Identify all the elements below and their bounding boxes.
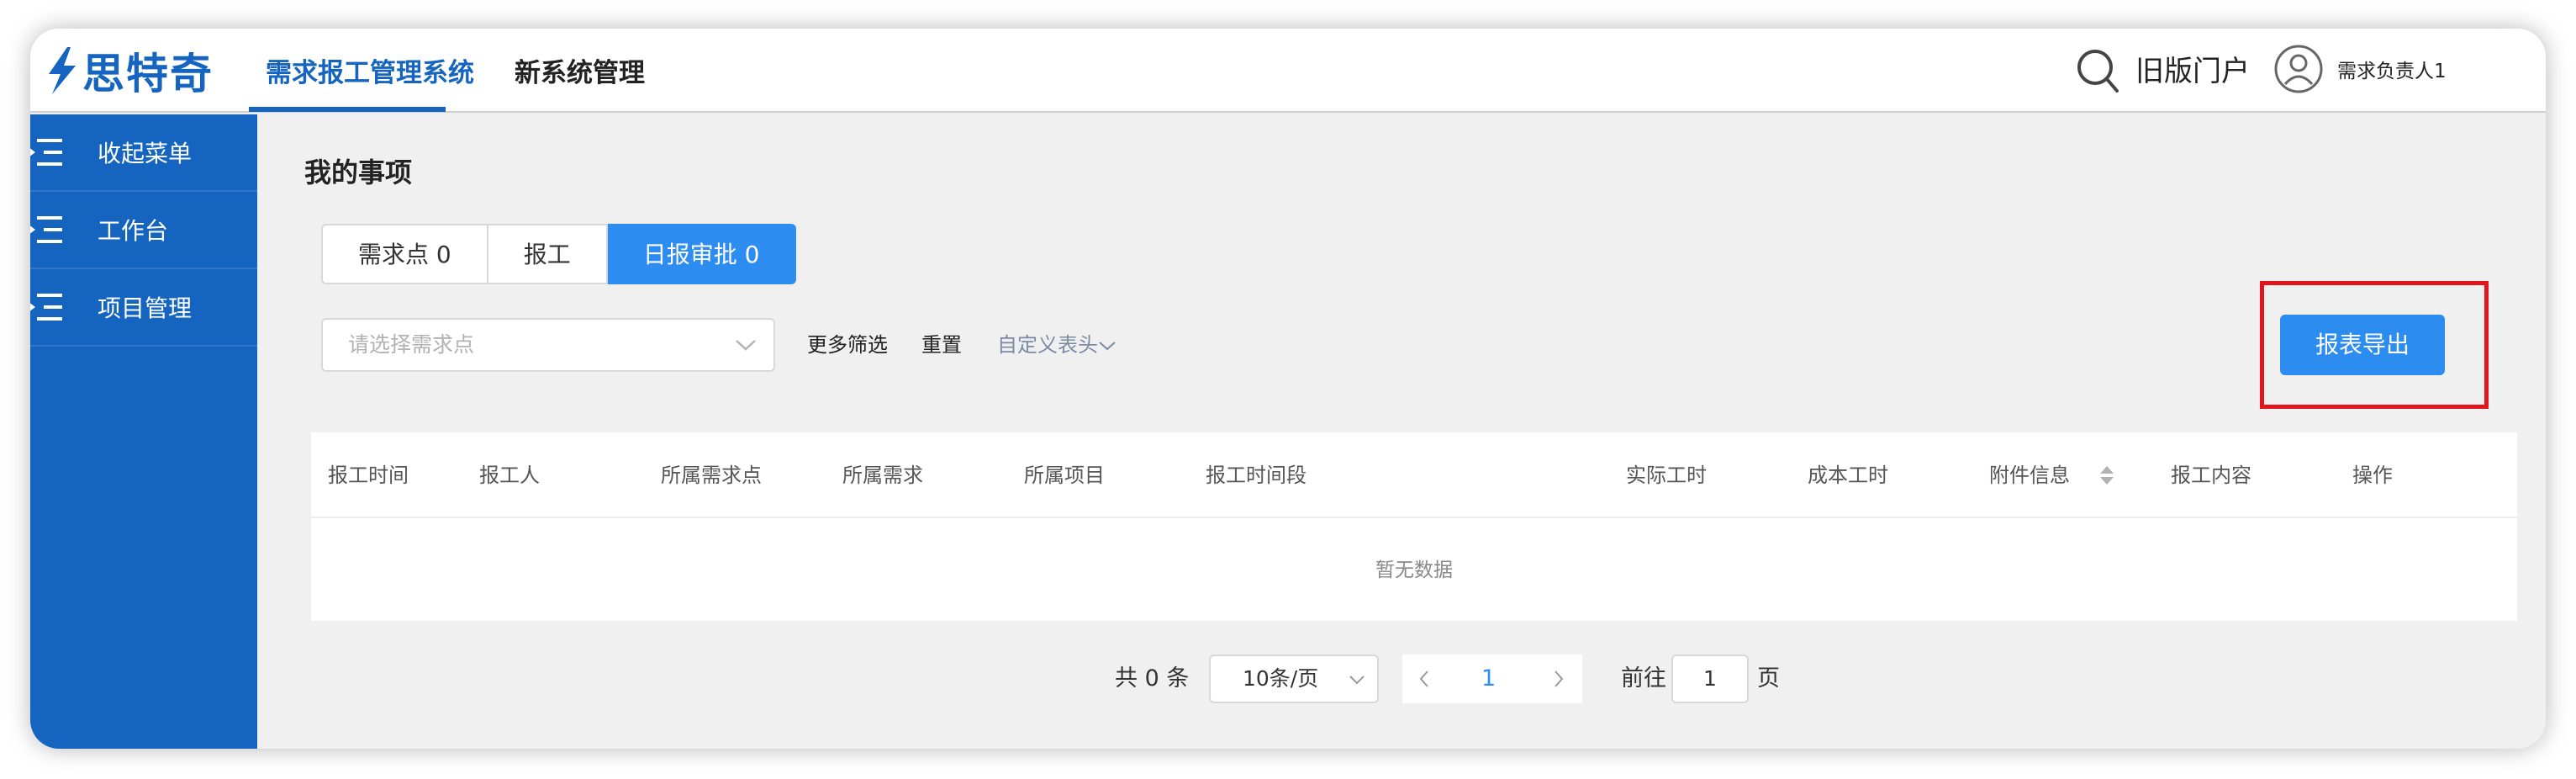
item-tabs: 需求点 0 报工 日报审批 0 — [321, 224, 797, 284]
page-size-value: 10条/页 — [1243, 666, 1319, 691]
chevron-left-icon[interactable] — [1417, 670, 1431, 688]
top-header: 思特奇 需求报工管理系统 新系统管理 旧版门户 需求负责人1 — [30, 29, 2546, 113]
sidebar-item-label: 收起菜单 — [98, 140, 193, 167]
pagination-nav: 1 — [1402, 654, 1582, 703]
sort-icon[interactable] — [2098, 464, 2115, 486]
sidebar-item-collapse-menu[interactable]: 收起菜单 — [30, 114, 257, 192]
column-header[interactable]: 所属需求 — [842, 432, 923, 518]
column-header[interactable]: 成本工时 — [1808, 432, 1888, 518]
user-name[interactable]: 需求负责人1 — [2337, 29, 2447, 113]
column-header[interactable]: 报工人 — [479, 432, 540, 518]
menu-icon — [30, 139, 62, 166]
column-header[interactable]: 报工时间 — [328, 432, 409, 518]
sidebar: 收起菜单 工作台 项目管理 — [30, 114, 257, 749]
custom-header-dropdown[interactable]: 自定义表头 — [997, 318, 1116, 372]
menu-icon — [30, 294, 62, 321]
sidebar-item-workbench[interactable]: 工作台 — [30, 192, 257, 269]
active-tab-underline — [249, 107, 446, 112]
column-header[interactable]: 所属需求点 — [661, 432, 762, 518]
select-placeholder: 请选择需求点 — [348, 332, 475, 357]
column-header[interactable]: 实际工时 — [1626, 432, 1707, 518]
goto-suffix: 页 — [1757, 665, 1780, 692]
column-header[interactable]: 附件信息 — [1989, 432, 2070, 518]
highlight-annotation — [2260, 281, 2489, 409]
sidebar-item-label: 工作台 — [98, 217, 169, 245]
column-header[interactable]: 所属项目 — [1024, 432, 1105, 518]
page-title: 我的事项 — [304, 156, 413, 188]
tab-demand-report-system[interactable]: 需求报工管理系统 — [266, 29, 474, 113]
sidebar-item-project-management[interactable]: 项目管理 — [30, 269, 257, 347]
brand-name: 思特奇 — [82, 50, 214, 98]
column-header[interactable]: 报工时间段 — [1206, 432, 1306, 518]
bolt-logo-icon — [49, 47, 76, 94]
sidebar-item-label: 项目管理 — [98, 294, 193, 322]
tab-new-system-management[interactable]: 新系统管理 — [515, 29, 645, 113]
table-header: 报工时间 报工人 所属需求点 所属需求 所属项目 报工时间段 实际工时 成本工时… — [311, 432, 2517, 518]
report-table: 报工时间 报工人 所属需求点 所属需求 所属项目 报工时间段 实际工时 成本工时… — [311, 432, 2517, 621]
tab-demand-points[interactable]: 需求点 0 — [321, 224, 488, 284]
more-filters-button[interactable]: 更多筛选 — [807, 318, 888, 372]
chevron-down-icon — [736, 340, 756, 351]
tab-report-work[interactable]: 报工 — [488, 224, 608, 284]
goto-label: 前往 — [1621, 665, 1666, 692]
tab-daily-approval[interactable]: 日报审批 0 — [607, 224, 797, 284]
empty-state-text: 暂无数据 — [1375, 559, 1453, 581]
brand-logo[interactable]: 思特奇 — [42, 37, 214, 104]
custom-header-label: 自定义表头 — [997, 333, 1098, 357]
chevron-down-icon — [1349, 676, 1365, 685]
user-avatar-icon[interactable] — [2273, 44, 2324, 94]
search-icon[interactable] — [2075, 45, 2122, 96]
current-page-number[interactable]: 1 — [1481, 654, 1496, 703]
page-size-select[interactable]: 10条/页 — [1209, 654, 1379, 703]
pagination-total: 共 0 条 — [1115, 665, 1190, 692]
main-content: 我的事项 需求点 0 报工 日报审批 0 请选择需求点 更多筛选 重置 自定义表… — [257, 114, 2546, 749]
menu-icon — [30, 216, 62, 243]
column-header[interactable]: 报工内容 — [2171, 432, 2251, 518]
chevron-down-icon — [1099, 342, 1116, 351]
app-window: 思特奇 需求报工管理系统 新系统管理 旧版门户 需求负责人1 收起菜单 工作台 … — [30, 29, 2546, 749]
demand-point-select[interactable]: 请选择需求点 — [321, 318, 775, 372]
old-portal-link[interactable]: 旧版门户 — [2135, 29, 2250, 113]
goto-page-input[interactable]: 1 — [1671, 654, 1749, 703]
chevron-right-icon[interactable] — [1552, 670, 1565, 688]
column-header[interactable]: 操作 — [2352, 432, 2393, 518]
reset-button[interactable]: 重置 — [921, 318, 962, 372]
